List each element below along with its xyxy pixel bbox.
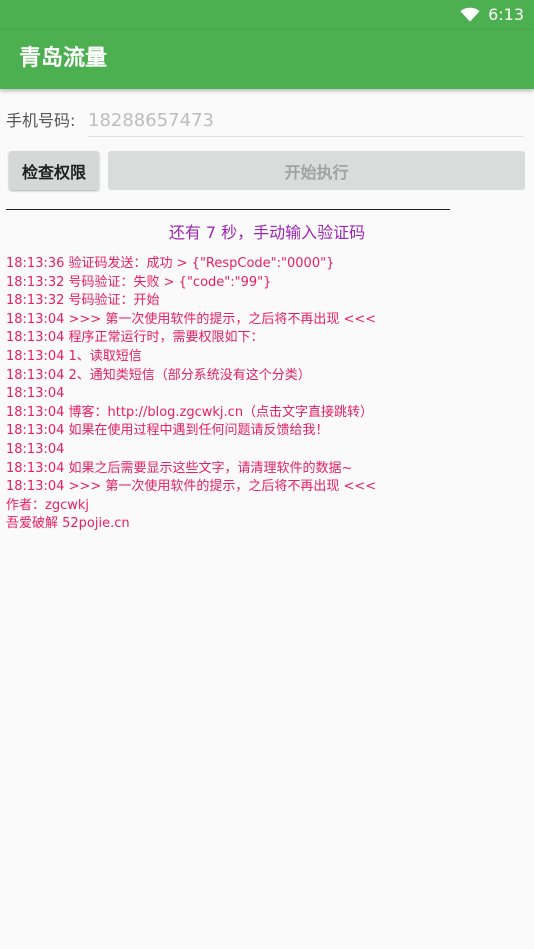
wifi-icon: [460, 7, 480, 22]
log-line: 吾爱破解 52pojie.cn: [6, 516, 130, 532]
countdown-text: 还有 7 秒，手动输入验证码: [168, 223, 366, 242]
status-bar: 6:13: [0, 0, 534, 30]
phone-input[interactable]: [88, 104, 524, 137]
log-line: 18:13:04 2、通知类短信（部分系统没有这个分类）: [6, 367, 311, 383]
log-line: 作者：zgcwkj: [6, 497, 89, 513]
log-line: 18:13:04 >>> 第一次使用软件的提示，之后将不再出现 <<<: [6, 311, 377, 327]
app-title: 青岛流量: [19, 46, 108, 71]
log-line: 18:13:04 程序正常运行时，需要权限如下：: [6, 330, 264, 346]
status-icons: 6:13: [460, 4, 524, 26]
log-line: 18:13:04 >>> 第一次使用软件的提示，之后将不再出现 <<<: [6, 479, 377, 495]
app-bar: 青岛流量: [0, 30, 534, 89]
log-line: 18:13:04 1、读取短信: [6, 348, 142, 364]
log-line: 18:13:32 号码验证：开始: [6, 293, 160, 309]
log-list: 18:13:36 验证码发送：成功 > {"RespCode":"0000"} 1…: [6, 255, 526, 534]
log-line: 18:13:04 如果之后需要显示这些文字，请清理软件的数据~: [6, 460, 353, 476]
log-line: 18:13:04: [6, 441, 65, 457]
check-permission-button[interactable]: 检查权限: [9, 151, 99, 190]
log-line: 18:13:32 号码验证：失败 > {"code":"99"}: [6, 274, 272, 290]
phone-label: 手机号码:: [6, 111, 76, 130]
log-line: 18:13:36 验证码发送：成功 > {"RespCode":"0000"}: [6, 256, 335, 271]
divider: [6, 209, 450, 210]
log-line: 18:13:04 如果在使用过程中遇到任何问题请反馈给我！: [6, 423, 329, 439]
status-time: 6:13: [488, 5, 524, 24]
log-line: 18:13:04 博客：http://blog.zgcwkj.cn（点击文字直接…: [6, 404, 374, 420]
phone-row: 手机号码:: [0, 100, 534, 140]
start-execute-button[interactable]: 开始执行: [108, 151, 525, 190]
log-line: 18:13:04: [6, 386, 65, 402]
